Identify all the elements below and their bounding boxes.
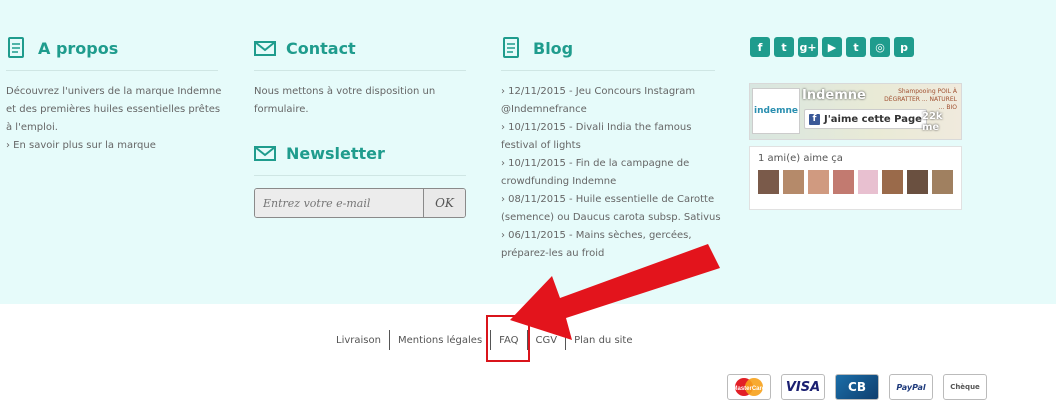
blog-posts: › 12/11/2015 - Jeu Concours Instagram @I… <box>501 83 721 263</box>
facebook-icon: f <box>809 113 820 125</box>
tumblr-icon[interactable]: t <box>846 37 866 57</box>
about-more-link[interactable]: › En savoir plus sur la marque <box>6 137 218 155</box>
facebook-icon[interactable]: f <box>750 37 770 57</box>
indemne-logo: indemne <box>752 88 800 134</box>
about-title: A propos <box>38 38 119 58</box>
newsletter-email-input[interactable] <box>255 189 423 217</box>
avatar[interactable] <box>758 170 779 194</box>
document-icon <box>6 37 28 59</box>
pinterest-icon[interactable]: p <box>894 37 914 57</box>
about-text: Découvrez l'univers de la marque Indemne… <box>6 83 222 155</box>
blog-post-link[interactable]: (semence) ou Daucus carota subsp. Sativu… <box>501 209 721 227</box>
like-count: 22k me <box>922 111 943 133</box>
cheque-icon: Chèque <box>943 374 987 400</box>
blog-post-link[interactable]: › 10/11/2015 - Fin de la campagne de <box>501 155 715 173</box>
twitter-icon[interactable]: t <box>774 37 794 57</box>
document-icon <box>501 37 523 59</box>
divider <box>254 70 466 71</box>
blog-post-link[interactable]: crowdfunding Indemne <box>501 173 715 191</box>
newsletter-form: OK <box>254 188 466 218</box>
blog-title: Blog <box>533 38 574 58</box>
contact-line: Nous mettons à votre disposition un <box>254 86 436 97</box>
contact-heading[interactable]: Contact <box>254 36 466 60</box>
avatar[interactable] <box>932 170 953 194</box>
contact-title: Contact <box>286 38 356 58</box>
blog-post-link[interactable]: festival of lights <box>501 137 715 155</box>
divider <box>6 70 218 71</box>
newsletter-title: Newsletter <box>286 143 385 163</box>
nav-mentions-legales[interactable]: Mentions légales <box>390 330 492 350</box>
mastercard-icon: MasterCard <box>727 374 771 400</box>
nav-livraison[interactable]: Livraison <box>336 330 390 350</box>
about-line: et des premières huiles essentielles prê… <box>6 104 221 115</box>
envelope-icon <box>254 37 276 59</box>
like-label: J'aime cette Page <box>824 113 922 125</box>
social-icons: f t g+ ▶ t ◎ p <box>750 37 914 57</box>
blog-post-link[interactable]: › 10/11/2015 - Divali India the famous <box>501 119 715 137</box>
blog-column: Blog › 12/11/2015 - Jeu Concours Instagr… <box>501 36 721 263</box>
blog-heading[interactable]: Blog <box>501 36 715 60</box>
blog-post-link[interactable]: › 08/11/2015 - Huile essentielle de Caro… <box>501 191 715 209</box>
avatar[interactable] <box>857 170 879 194</box>
youtube-icon[interactable]: ▶ <box>822 37 842 57</box>
cb-card-icon: CB <box>835 374 879 400</box>
red-arrow-icon <box>510 244 720 340</box>
friends-text: 1 ami(e) aime ça <box>758 153 843 164</box>
newsletter-heading: Newsletter <box>254 141 466 165</box>
about-column: A propos Découvrez l'univers de la marqu… <box>6 36 222 155</box>
about-line: à l'emploi. <box>6 122 58 133</box>
blog-post-link[interactable]: @Indemnefrance <box>501 101 715 119</box>
contact-text: Nous mettons à votre disposition un form… <box>254 83 466 119</box>
blog-post-link[interactable]: › 12/11/2015 - Jeu Concours Instagram <box>501 83 715 101</box>
facebook-cover[interactable]: indemne Indemne Shampooing POIL À DÉGRAT… <box>749 83 962 140</box>
avatar[interactable] <box>782 170 804 194</box>
avatar[interactable] <box>882 170 904 194</box>
envelope-icon <box>254 142 276 164</box>
friend-avatars <box>758 170 953 194</box>
about-line: Découvrez l'univers de la marque Indemne <box>6 86 222 97</box>
paypal-icon: PayPal <box>889 374 933 400</box>
facebook-page-widget: indemne Indemne Shampooing POIL À DÉGRAT… <box>749 83 962 210</box>
facebook-like-button[interactable]: f J'aime cette Page <box>804 109 927 129</box>
facebook-page-name[interactable]: Indemne <box>802 88 866 103</box>
payment-methods: MasterCard VISA CB PayPal Chèque <box>727 374 987 400</box>
facebook-friends: 1 ami(e) aime ça <box>749 146 962 210</box>
avatar[interactable] <box>907 170 929 194</box>
avatar[interactable] <box>807 170 829 194</box>
about-heading: A propos <box>6 36 218 60</box>
google-plus-icon[interactable]: g+ <box>798 37 818 57</box>
avatar[interactable] <box>832 170 854 194</box>
divider <box>254 175 466 176</box>
newsletter-ok-button[interactable]: OK <box>423 189 465 217</box>
visa-icon: VISA <box>781 374 825 400</box>
contact-column: Contact Nous mettons à votre disposition… <box>254 36 466 218</box>
svg-text:MasterCard: MasterCard <box>732 386 765 392</box>
contact-line: formulaire. <box>254 104 309 115</box>
instagram-icon[interactable]: ◎ <box>870 37 890 57</box>
divider <box>501 70 715 71</box>
